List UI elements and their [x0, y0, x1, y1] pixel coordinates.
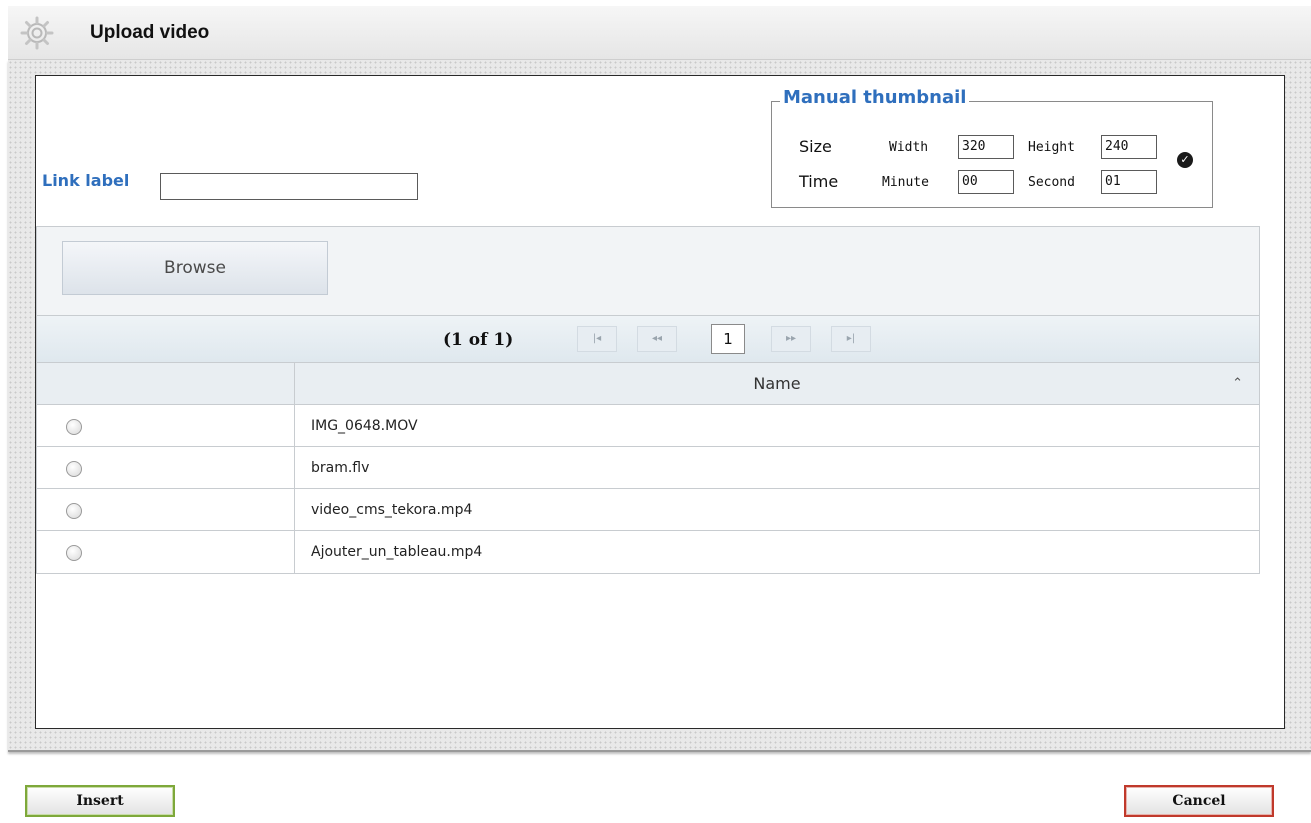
link-label-input[interactable] [160, 173, 418, 200]
row-radio[interactable] [66, 461, 82, 477]
manual-thumbnail-legend: Manual thumbnail [780, 87, 970, 108]
name-header-label: Name [753, 374, 801, 393]
insert-button[interactable]: Insert [25, 785, 175, 817]
dialog-titlebar: Upload video [8, 6, 1311, 60]
check-circle-icon[interactable]: ✓ [1177, 152, 1193, 168]
second-input[interactable]: 01 [1101, 170, 1157, 194]
file-name: video_cms_tekora.mp4 [311, 502, 473, 518]
table-row[interactable]: Ajouter_un_tableau.mp4 [37, 531, 1259, 573]
table-row[interactable]: IMG_0648.MOV [37, 405, 1259, 447]
width-input[interactable]: 320 [958, 135, 1014, 159]
minute-label: Minute [882, 175, 929, 190]
file-name: Ajouter_un_tableau.mp4 [311, 544, 483, 560]
first-page-button[interactable]: |◂ [577, 326, 617, 352]
row-radio[interactable] [66, 503, 82, 519]
page-count: (1 of 1) [443, 330, 514, 350]
link-label: Link label [42, 171, 130, 190]
table-header: Name ⌃ [37, 363, 1259, 405]
dialog-title: Upload video [90, 22, 210, 43]
row-radio[interactable] [66, 419, 82, 435]
minute-input[interactable]: 00 [958, 170, 1014, 194]
row-radio[interactable] [66, 545, 82, 561]
upload-area: Browse [36, 226, 1260, 316]
width-label: Width [889, 140, 929, 155]
table-row[interactable]: bram.flv [37, 447, 1259, 489]
files-table: Name ⌃ IMG_0648.MOV bram.flv video_cms_t… [36, 362, 1260, 574]
select-column-header [37, 363, 295, 404]
time-label: Time [799, 172, 839, 191]
dialog-body: Link label Manual thumbnail Size Width 3… [8, 60, 1311, 752]
size-label: Size [799, 137, 832, 156]
table-row[interactable]: video_cms_tekora.mp4 [37, 489, 1259, 531]
file-name: IMG_0648.MOV [311, 418, 418, 434]
gear-icon [20, 16, 54, 50]
height-label: Height [1028, 140, 1075, 155]
manual-thumbnail-fieldset: Manual thumbnail Size Width 320 Height 2… [771, 87, 1213, 208]
file-name: bram.flv [311, 460, 370, 476]
sort-icon[interactable]: ⌃ [1232, 363, 1243, 405]
next-page-button[interactable]: ▸▸ [771, 326, 811, 352]
second-label: Second [1028, 175, 1075, 190]
previous-page-button[interactable]: ◂◂ [637, 326, 677, 352]
height-input[interactable]: 240 [1101, 135, 1157, 159]
current-page[interactable]: 1 [711, 324, 745, 354]
cancel-button[interactable]: Cancel [1124, 785, 1274, 817]
name-column-header[interactable]: Name ⌃ [295, 363, 1259, 404]
last-page-button[interactable]: ▸| [831, 326, 871, 352]
content-panel: Link label Manual thumbnail Size Width 3… [35, 75, 1285, 729]
paginator: (1 of 1) |◂ ◂◂ 1 ▸▸ ▸| [36, 316, 1260, 362]
browse-button[interactable]: Browse [62, 241, 328, 295]
